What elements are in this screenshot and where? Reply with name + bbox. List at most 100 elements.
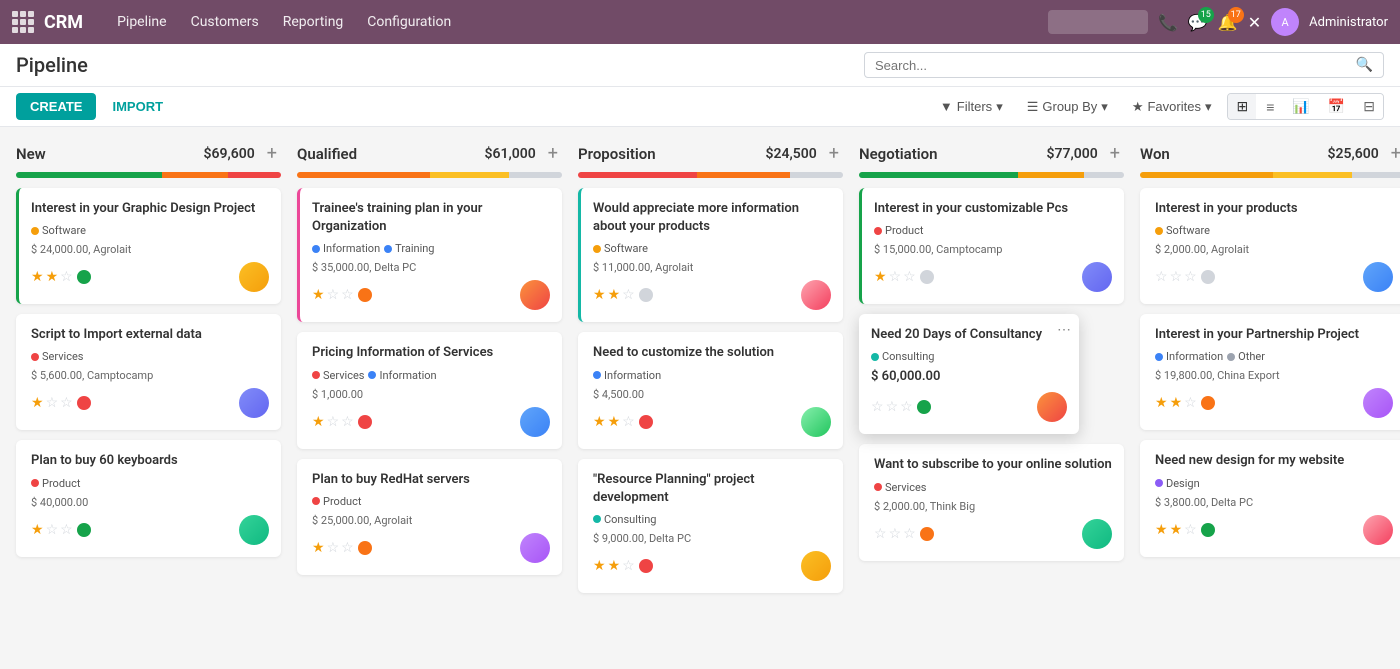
- kanban-card[interactable]: Want to subscribe to your online solutio…: [859, 444, 1124, 560]
- star-1: ★: [593, 414, 606, 430]
- column-add-button[interactable]: +: [1106, 143, 1124, 164]
- kanban-column-won: Won $25,600 + Interest in your products …: [1140, 143, 1400, 567]
- card-title: Interest in your products: [1155, 200, 1393, 218]
- kanban-card[interactable]: Script to Import external data Services …: [16, 314, 281, 430]
- star-1: ★: [1155, 395, 1168, 411]
- kanban-card[interactable]: Need to customize the solution Informati…: [578, 332, 843, 448]
- star-2: ☆: [46, 522, 59, 538]
- kanban-card[interactable]: Interest in your Partnership Project Inf…: [1140, 314, 1400, 430]
- card-stars[interactable]: ★☆☆: [31, 395, 73, 411]
- menu-configuration[interactable]: Configuration: [357, 8, 461, 36]
- search-input[interactable]: [875, 58, 1352, 73]
- kanban-card[interactable]: Plan to buy RedHat servers Product $ 25,…: [297, 459, 562, 575]
- card-stars[interactable]: ☆☆☆: [874, 526, 916, 542]
- favorites-button[interactable]: ★ Favorites ▾: [1124, 95, 1220, 119]
- card-tag: Product: [31, 477, 80, 490]
- groupby-button[interactable]: ☰ Group By ▾: [1019, 95, 1116, 119]
- column-progress-bar: [16, 172, 281, 178]
- card-meta: $ 24,000.00, Agrolait: [31, 243, 269, 256]
- tag-dot: [1155, 479, 1163, 487]
- card-tag: Information: [593, 369, 661, 382]
- progress-segment: [16, 172, 162, 178]
- card-stars[interactable]: ★☆☆: [312, 287, 354, 303]
- column-add-button[interactable]: +: [825, 143, 843, 164]
- search-icon[interactable]: 🔍: [1356, 57, 1373, 73]
- card-stars[interactable]: ★★☆: [593, 287, 635, 303]
- tag-label: Training: [395, 242, 434, 255]
- priority-badge: [77, 396, 91, 410]
- card-stars[interactable]: ★☆☆: [874, 269, 916, 285]
- kanban-card[interactable]: Trainee's training plan in your Organiza…: [297, 188, 562, 322]
- card-meta: $ 25,000.00, Agrolait: [312, 514, 550, 527]
- card-meta: $ 4,500.00: [593, 388, 831, 401]
- column-add-button[interactable]: +: [1387, 143, 1400, 164]
- card-menu-icon[interactable]: ⋯: [1057, 322, 1071, 338]
- progress-segment: [790, 172, 843, 178]
- card-tag: Design: [1155, 477, 1200, 490]
- view-chart[interactable]: 📊: [1284, 94, 1317, 119]
- kanban-card[interactable]: Need new design for my website Design $ …: [1140, 440, 1400, 556]
- kanban-card[interactable]: Interest in your customizable Pcs Produc…: [859, 188, 1124, 304]
- card-stars[interactable]: ★★☆: [593, 558, 635, 574]
- kanban-card[interactable]: Interest in your products Software $ 2,0…: [1140, 188, 1400, 304]
- view-calendar[interactable]: 📅: [1320, 94, 1353, 119]
- activity-icon[interactable]: 🔔 17: [1218, 13, 1238, 32]
- messages-icon[interactable]: 💬 15: [1188, 13, 1208, 32]
- kanban-card[interactable]: Interest in your Graphic Design Project …: [16, 188, 281, 304]
- priority-badge: [77, 270, 91, 284]
- star-2: ★: [608, 414, 621, 430]
- topnav-search[interactable]: [1048, 10, 1148, 34]
- kanban-card[interactable]: Pricing Information of Services Services…: [297, 332, 562, 448]
- app-grid-icon[interactable]: [12, 11, 34, 33]
- popup-stars[interactable]: ☆☆☆: [871, 399, 913, 415]
- card-stars[interactable]: ★★☆: [593, 414, 635, 430]
- card-tag: Other: [1227, 350, 1265, 363]
- card-tag: Information: [368, 369, 436, 382]
- priority-badge: [1201, 396, 1215, 410]
- card-stars[interactable]: ★☆☆: [312, 540, 354, 556]
- menu-pipeline[interactable]: Pipeline: [107, 8, 177, 36]
- card-stars[interactable]: ★★☆: [1155, 395, 1197, 411]
- star-1: ★: [312, 414, 325, 430]
- view-list[interactable]: ≡: [1258, 94, 1282, 119]
- column-header-won: Won $25,600 +: [1140, 143, 1400, 164]
- kanban-card[interactable]: Plan to buy 60 keyboards Product $ 40,00…: [16, 440, 281, 556]
- card-stars[interactable]: ★★☆: [31, 269, 73, 285]
- import-button[interactable]: IMPORT: [104, 93, 171, 120]
- kanban-card[interactable]: Would appreciate more information about …: [578, 188, 843, 322]
- app-logo: CRM: [44, 12, 83, 33]
- view-grid[interactable]: ⊟: [1355, 94, 1383, 119]
- column-add-button[interactable]: +: [544, 143, 562, 164]
- card-meta: $ 40,000.00: [31, 496, 269, 509]
- card-avatar: [239, 262, 269, 292]
- kanban-card[interactable]: "Resource Planning" project development …: [578, 459, 843, 593]
- create-button[interactable]: CREATE: [16, 93, 96, 120]
- view-kanban[interactable]: ⊞: [1228, 94, 1256, 119]
- priority-badge: [639, 288, 653, 302]
- star-2: ☆: [886, 399, 899, 415]
- card-stars[interactable]: ★☆☆: [312, 414, 354, 430]
- popup-card[interactable]: ⋯ Need 20 Days of Consultancy Consulting…: [859, 314, 1079, 434]
- user-avatar[interactable]: A: [1271, 8, 1299, 36]
- card-stars[interactable]: ★☆☆: [31, 522, 73, 538]
- menu-customers[interactable]: Customers: [181, 8, 269, 36]
- star-2: ★: [1170, 395, 1183, 411]
- card-footer: ☆☆☆: [874, 519, 1112, 549]
- progress-segment: [162, 172, 228, 178]
- card-meta: $ 11,000.00, Agrolait: [593, 261, 831, 274]
- filters-button[interactable]: ▼ Filters ▾: [932, 95, 1011, 119]
- card-stars[interactable]: ☆☆☆: [1155, 269, 1197, 285]
- menu-reporting[interactable]: Reporting: [273, 8, 354, 36]
- card-stars[interactable]: ★★☆: [1155, 522, 1197, 538]
- phone-icon[interactable]: 📞: [1158, 13, 1178, 32]
- star-1: ★: [1155, 522, 1168, 538]
- search-bar[interactable]: 🔍: [864, 52, 1384, 78]
- tag-label: Product: [323, 495, 361, 508]
- close-icon[interactable]: ✕: [1248, 13, 1261, 32]
- card-meta: $ 1,000.00: [312, 388, 550, 401]
- filter-icon: ▼: [940, 99, 953, 114]
- card-tags: Consulting: [593, 513, 831, 526]
- column-add-button[interactable]: +: [263, 143, 281, 164]
- groupby-chevron: ▾: [1101, 99, 1108, 115]
- popup-tag: Consulting: [871, 350, 934, 363]
